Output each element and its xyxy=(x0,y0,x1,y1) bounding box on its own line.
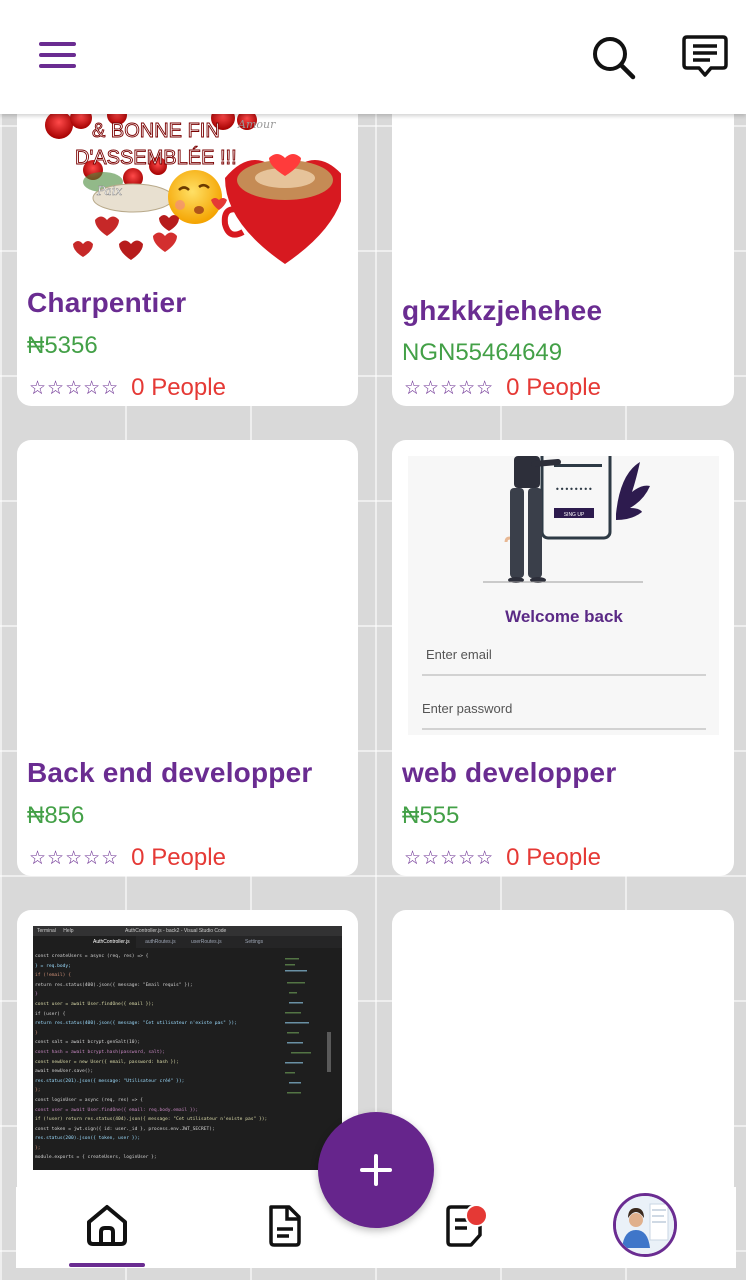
nav-notes[interactable] xyxy=(410,1187,520,1268)
code-line: const token = jwt.sign({ id: user._id },… xyxy=(35,1126,215,1132)
people-count: 0 People xyxy=(506,844,601,871)
code-line: const salt = await bcrypt.genSalt(10); xyxy=(35,1040,141,1046)
active-tab-indicator xyxy=(69,1263,145,1267)
code-line: }; xyxy=(35,1145,41,1151)
code-line: const hash = await bcrypt.hash(password,… xyxy=(35,1049,165,1055)
editor-tab: Settings xyxy=(245,939,264,945)
card-rating: ☆☆☆☆☆ 0 People xyxy=(404,373,601,403)
card-price: NGN55464649 xyxy=(402,339,563,366)
plus-icon-vertical xyxy=(374,1154,378,1186)
editor-tab: userRoutes.js xyxy=(191,939,222,945)
code-editor: const createUsers = async (req, res) => … xyxy=(35,952,275,1168)
window-title: AuthController.js - back2 - Visual Studi… xyxy=(124,928,227,934)
menu-help: Help xyxy=(63,928,74,934)
card-image: Terminal Help AuthController.js - back2 … xyxy=(33,926,342,1170)
code-line: return res.status(400).json({ message: "… xyxy=(35,982,193,988)
home-icon xyxy=(87,1205,127,1246)
code-line: await newUser.save(); xyxy=(35,1069,94,1075)
login-illustration: •••••••• SING UP Welcome back Enter emai… xyxy=(422,456,706,730)
card-title: ghzkkzjehehee xyxy=(402,295,603,326)
code-line: res.status(200).json({ token, user }); xyxy=(35,1136,141,1142)
message-icon[interactable] xyxy=(680,32,730,82)
star-rating-icon[interactable]: ☆☆☆☆☆ xyxy=(29,847,119,869)
image-caption-line2: D'ASSEMBLÉE !!! xyxy=(75,146,237,169)
card-price: ₦555 xyxy=(402,802,460,829)
code-line: } = req.body; xyxy=(35,963,71,969)
hamburger-menu-icon[interactable] xyxy=(36,38,80,72)
code-line: const createUsers = async (req, res) => … xyxy=(35,954,149,959)
code-line: } xyxy=(35,992,38,998)
nav-documents[interactable] xyxy=(230,1187,340,1268)
signup-mini-button: SING UP xyxy=(564,512,585,518)
app-bar xyxy=(0,0,746,114)
minimap xyxy=(277,952,335,1152)
code-line: if (!email) { xyxy=(35,973,71,979)
card-rating: ☆☆☆☆☆ 0 People xyxy=(29,843,226,873)
editor-tabs: AuthController.js authRoutes.js userRout… xyxy=(33,936,342,948)
search-icon[interactable] xyxy=(588,32,638,82)
people-count: 0 People xyxy=(506,374,601,401)
card-price: ₦5356 xyxy=(27,332,98,359)
editor-tab: authRoutes.js xyxy=(145,939,176,945)
add-post-button[interactable] xyxy=(318,1112,434,1228)
people-count: 0 People xyxy=(131,374,226,401)
menu-terminal: Terminal xyxy=(37,928,56,934)
document-icon xyxy=(269,1205,301,1247)
star-rating-icon[interactable]: ☆☆☆☆☆ xyxy=(404,847,494,869)
code-line: return res.status(400).json({ message: "… xyxy=(35,1021,237,1027)
password-dots: •••••••• xyxy=(555,485,593,494)
card-image: •••••••• SING UP Welcome back Enter emai… xyxy=(408,456,719,735)
welcome-text: Welcome back xyxy=(505,607,623,626)
service-card[interactable]: •••••••• SING UP Welcome back Enter emai… xyxy=(392,440,734,876)
code-line: const user = await User.findOne({ email:… xyxy=(35,1107,199,1113)
notification-badge xyxy=(465,1204,488,1227)
code-line: res.status(201).json({ message: "Utilisa… xyxy=(35,1078,185,1084)
card-rating: ☆☆☆☆☆ 0 People xyxy=(404,843,601,873)
svg-text:Paix: Paix xyxy=(96,184,123,198)
password-field-placeholder: Enter password xyxy=(422,701,512,716)
card-title: Back end developper xyxy=(27,757,313,788)
nav-home[interactable] xyxy=(52,1187,162,1268)
service-card[interactable]: Terminal Help AuthController.js - back2 … xyxy=(17,910,358,1200)
editor-titlebar: Terminal Help AuthController.js - back2 … xyxy=(33,926,342,936)
editor-tab: AuthController.js xyxy=(33,936,136,948)
code-line: const loginUser = async (req, res) => { xyxy=(35,1097,143,1103)
code-line: } xyxy=(35,1030,38,1036)
code-line: const user = await User.findOne({ email … xyxy=(35,1001,154,1007)
code-line: module.exports = { createUsers, loginUse… xyxy=(35,1155,157,1161)
profile-avatar[interactable] xyxy=(613,1193,677,1257)
card-title: web developper xyxy=(402,757,617,788)
svg-text:Amour: Amour xyxy=(237,118,276,131)
code-line: const newUser = new User({ email, passwo… xyxy=(35,1059,179,1065)
code-line: if (user) { xyxy=(35,1011,66,1017)
card-rating: ☆☆☆☆☆ 0 People xyxy=(29,373,226,403)
service-card[interactable]: Back end developper ₦856 ☆☆☆☆☆ 0 People xyxy=(17,440,358,876)
code-line: }; xyxy=(35,1088,41,1094)
star-rating-icon[interactable]: ☆☆☆☆☆ xyxy=(29,377,119,399)
avatar-image xyxy=(616,1196,674,1254)
email-field-placeholder: Enter email xyxy=(426,647,492,662)
image-caption-line1: & BONNE FIN xyxy=(92,120,220,142)
card-title: Charpentier xyxy=(27,287,187,318)
service-card[interactable] xyxy=(392,910,734,1200)
code-line: if (!user) return res.status(404).json({… xyxy=(35,1117,268,1123)
star-rating-icon[interactable]: ☆☆☆☆☆ xyxy=(404,377,494,399)
card-price: ₦856 xyxy=(27,802,85,829)
people-count: 0 People xyxy=(131,844,226,871)
